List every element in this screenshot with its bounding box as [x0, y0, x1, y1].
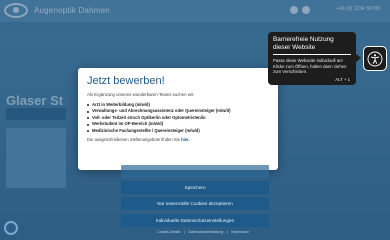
accessibility-person-icon [367, 51, 383, 66]
consent-accept-button[interactable] [121, 165, 269, 178]
divider [273, 54, 351, 55]
accessibility-button[interactable] [363, 46, 387, 71]
job-modal: Jetzt bewerben! Als Ergänzung unseres wu… [78, 68, 278, 170]
accessibility-tooltip-title: Barrierefreie Nutzung dieser Website [273, 36, 334, 51]
modal-footer: Die ausgeschriebenen Stellenangebote fin… [87, 137, 269, 142]
modal-footer-text: Die ausgeschriebenen Stellenangebote fin… [87, 137, 180, 143]
keyboard-shortcut: ALT + 1 [335, 77, 350, 82]
accessibility-tooltip-text: Passe diese Webseite individuell an! Kli… [273, 58, 347, 75]
job-offers-link[interactable]: hier. [181, 137, 190, 142]
save-consent-button[interactable]: Speichern [121, 181, 269, 194]
modal-title: Jetzt bewerben! [87, 75, 165, 87]
cookie-settings-badge[interactable] [4, 221, 18, 235]
accessibility-tooltip: Barrierefreie Nutzung dieser Website Pas… [268, 32, 361, 85]
cookie-details-link[interactable]: Cookie-Details [157, 230, 180, 234]
individual-privacy-settings-button[interactable]: Individuelle Datenschutzeinstellungen [121, 214, 269, 227]
consent-footer-links: Cookie-Details Datenschutzerklärung Impr… [157, 230, 249, 234]
job-list-item: Medizinische Fachangestellte / Quereinst… [87, 128, 269, 134]
imprint-link[interactable]: Impressum [224, 230, 249, 234]
modal-intro: Als Ergänzung unseres wunderbaren Teams … [87, 92, 195, 97]
essential-cookies-button[interactable]: Nur essenzielle Cookies akzeptieren [121, 197, 269, 210]
privacy-policy-link[interactable]: Datenschutzerklärung [181, 230, 223, 234]
job-list: Arzt in Weiterbildung (m/w/d) Verwaltung… [87, 102, 269, 134]
